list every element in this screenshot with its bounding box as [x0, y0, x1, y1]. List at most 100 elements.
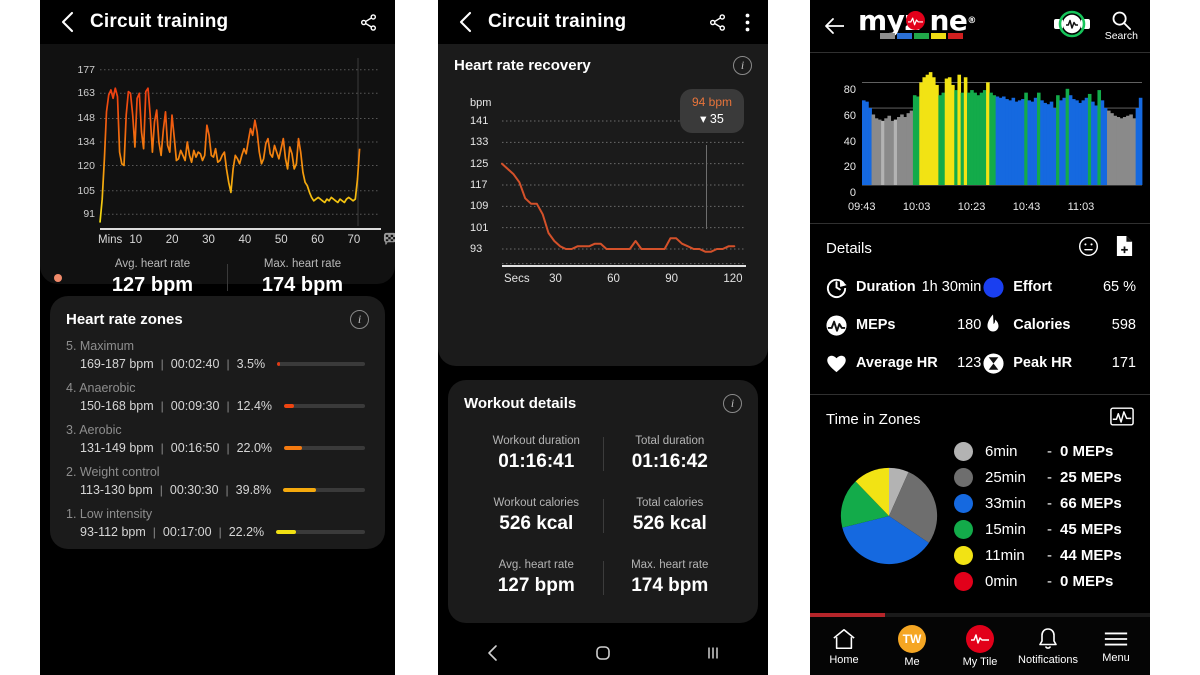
detail-stat-value: 65 %: [1102, 279, 1136, 295]
zone-time-label: 11min: [985, 546, 1025, 564]
tab-me[interactable]: TW Me: [878, 624, 946, 668]
zone-row: 4. Anaerobic 150-168 bpm | 00:09:30 | 12.4%: [66, 381, 369, 413]
effort-chart-svg: [862, 72, 1143, 186]
zone-time: 00:09:30: [170, 399, 220, 413]
y-tick: 0: [849, 187, 856, 199]
x-tick: 10:23: [957, 201, 986, 213]
search-button[interactable]: Search: [1105, 10, 1138, 42]
zone-meps-label: 66 MEPs: [1060, 494, 1122, 512]
max-heart-rate-stat: Max. heart rate 174 bpm: [228, 258, 377, 297]
overflow-menu-icon[interactable]: [740, 9, 754, 35]
zone-range: 169-187 bpm: [80, 357, 154, 371]
heart-rate-recovery-card: Heart rate recovery i 94 bpm ▾ 35 bpm 93…: [438, 44, 768, 366]
heart-icon: [824, 351, 848, 375]
heart-rate-zones-card: Heart rate zones i 5. Maximum 169-187 bpm…: [50, 296, 385, 549]
arrow-left-icon[interactable]: [822, 13, 848, 39]
zone-range: 93-112 bpm: [80, 525, 146, 539]
x-tick: 70: [347, 234, 361, 246]
info-icon[interactable]: i: [723, 394, 742, 413]
tab-notifications[interactable]: Notifications: [1014, 626, 1082, 666]
share-icon[interactable]: [355, 9, 381, 35]
recovery-tooltip: 94 bpm ▾ 35: [679, 89, 744, 133]
y-tick: 93: [470, 243, 483, 255]
zone-color-dot: [954, 467, 973, 487]
recovery-tooltip-bpm: 94 bpm: [691, 95, 732, 109]
heart-rate-recovery-screen: Circuit training Heart rate recovery i 9…: [438, 0, 768, 675]
zone-graph-icon[interactable]: [1110, 406, 1134, 432]
system-recents-icon[interactable]: [704, 644, 722, 662]
detail-stat-label: Effort: [1013, 278, 1052, 295]
detail-stat-row: Calories 598: [981, 306, 1136, 344]
y-tick: 105: [77, 184, 95, 197]
zone-name: 5. Maximum: [66, 339, 135, 353]
smiley-icon[interactable]: [1078, 236, 1099, 262]
bell-icon: [1039, 628, 1057, 649]
zone-range: 131-149 bpm: [80, 441, 154, 455]
avg-heart-rate-value: 127 bpm: [111, 274, 194, 296]
detail-stat-value: 171: [1111, 355, 1136, 371]
zone-separator: |: [226, 357, 230, 371]
tab-me-label: Me: [904, 655, 920, 668]
recovery-delta-value: 35: [709, 112, 724, 126]
zone-color-dot: [954, 519, 973, 539]
info-icon[interactable]: i: [350, 310, 369, 329]
tab-home[interactable]: Home: [810, 627, 878, 666]
page-title: Circuit training: [90, 11, 229, 32]
back-icon[interactable]: [54, 9, 80, 35]
system-back-icon[interactable]: [484, 644, 502, 662]
zones-pie-chart[interactable]: [824, 462, 954, 570]
detail-stat-value: 123: [957, 355, 982, 371]
y-tick: 20: [843, 161, 856, 174]
x-tick: 60: [311, 234, 324, 246]
zone-legend-row: 25min -25 MEPs: [954, 464, 1136, 490]
detail-stat-label: MEPs: [856, 316, 896, 333]
x-tick: 09:43: [848, 201, 876, 213]
info-icon[interactable]: i: [733, 56, 752, 75]
time-in-zones-header: Time in Zones: [810, 395, 1150, 436]
effort-bar-chart[interactable]: 0 20 40 60 80 09:43 10:03 10:23 10:43 11:03: [810, 53, 1150, 223]
x-tick: 11:03: [1067, 201, 1095, 213]
workout-details-header: Workout details i: [464, 394, 742, 413]
recovery-y-unit: bpm: [470, 97, 492, 109]
detail-stat-row: Effort 65 %: [981, 268, 1136, 306]
add-document-icon[interactable]: [1115, 235, 1134, 262]
zone-separator: |: [226, 399, 230, 413]
tab-my-tile[interactable]: My Tile: [946, 624, 1014, 668]
zone-progress-bar: [277, 362, 365, 366]
detail-label: Max. heart rate: [631, 559, 709, 571]
effort-dot-icon: [981, 275, 1005, 299]
tab-menu[interactable]: Menu: [1082, 629, 1150, 664]
detail-stat-label: Average HR: [856, 354, 938, 371]
myzone-workout-screen: myz ne® Search 0 20 40 60 80 09:43 10:03…: [810, 0, 1150, 675]
effort-chart-section: 0 20 40 60 80 09:43 10:03 10:23 10:43 11:03: [810, 52, 1150, 223]
registered-mark: ®: [967, 16, 976, 26]
myzone-belt-icon[interactable]: [1053, 10, 1091, 43]
zones-pie-svg: [840, 467, 938, 565]
zone-time-label: 33min: [985, 494, 1026, 512]
zone-progress-bar: [284, 446, 365, 450]
detail-label: Avg. heart rate: [498, 559, 574, 571]
zone-time: 00:02:40: [170, 357, 220, 371]
zone-meps-label: 25 MEPs: [1060, 468, 1122, 486]
x-tick: 20: [165, 234, 179, 246]
zone-separator: |: [152, 525, 156, 539]
zone-stats: 93-112 bpm | 00:17:00 | 22.2%: [66, 525, 369, 539]
zone-legend-row: 15min -45 MEPs: [954, 516, 1136, 542]
time-in-zones-section: Time in Zones 6min -0 MEPs 25min -25 MEPs 33…: [810, 394, 1150, 600]
zone-stats: 169-187 bpm | 00:02:40 | 3.5%: [66, 357, 369, 371]
recovery-x-axis-line: [502, 265, 746, 267]
heart-rate-line-chart[interactable]: 91 105 120 134 148 163 177 Mins 10 20 30 40 50 60 70: [40, 50, 395, 250]
x-tick: 10: [129, 234, 143, 246]
zones-title: Heart rate zones: [66, 311, 183, 328]
system-home-icon[interactable]: [594, 644, 612, 662]
zone-progress-bar: [276, 530, 365, 534]
details-grid: Duration 1h 30min MEPs 180 Average HR 123 Eff…: [810, 266, 1150, 394]
zone-stats: 131-149 bpm | 00:16:50 | 22.0%: [66, 441, 369, 455]
mid-appbar: Circuit training: [438, 0, 768, 44]
back-icon[interactable]: [452, 9, 478, 35]
details-title: Details: [826, 240, 872, 257]
y-tick: 60: [843, 110, 856, 123]
bottom-tab-bar: Home TW Me My Tile Notifications Menu: [810, 617, 1150, 675]
recovery-line-chart[interactable]: 94 bpm ▾ 35 bpm 93 101 109 117 125 133 141 30 6…: [454, 89, 752, 304]
share-icon[interactable]: [704, 9, 730, 35]
